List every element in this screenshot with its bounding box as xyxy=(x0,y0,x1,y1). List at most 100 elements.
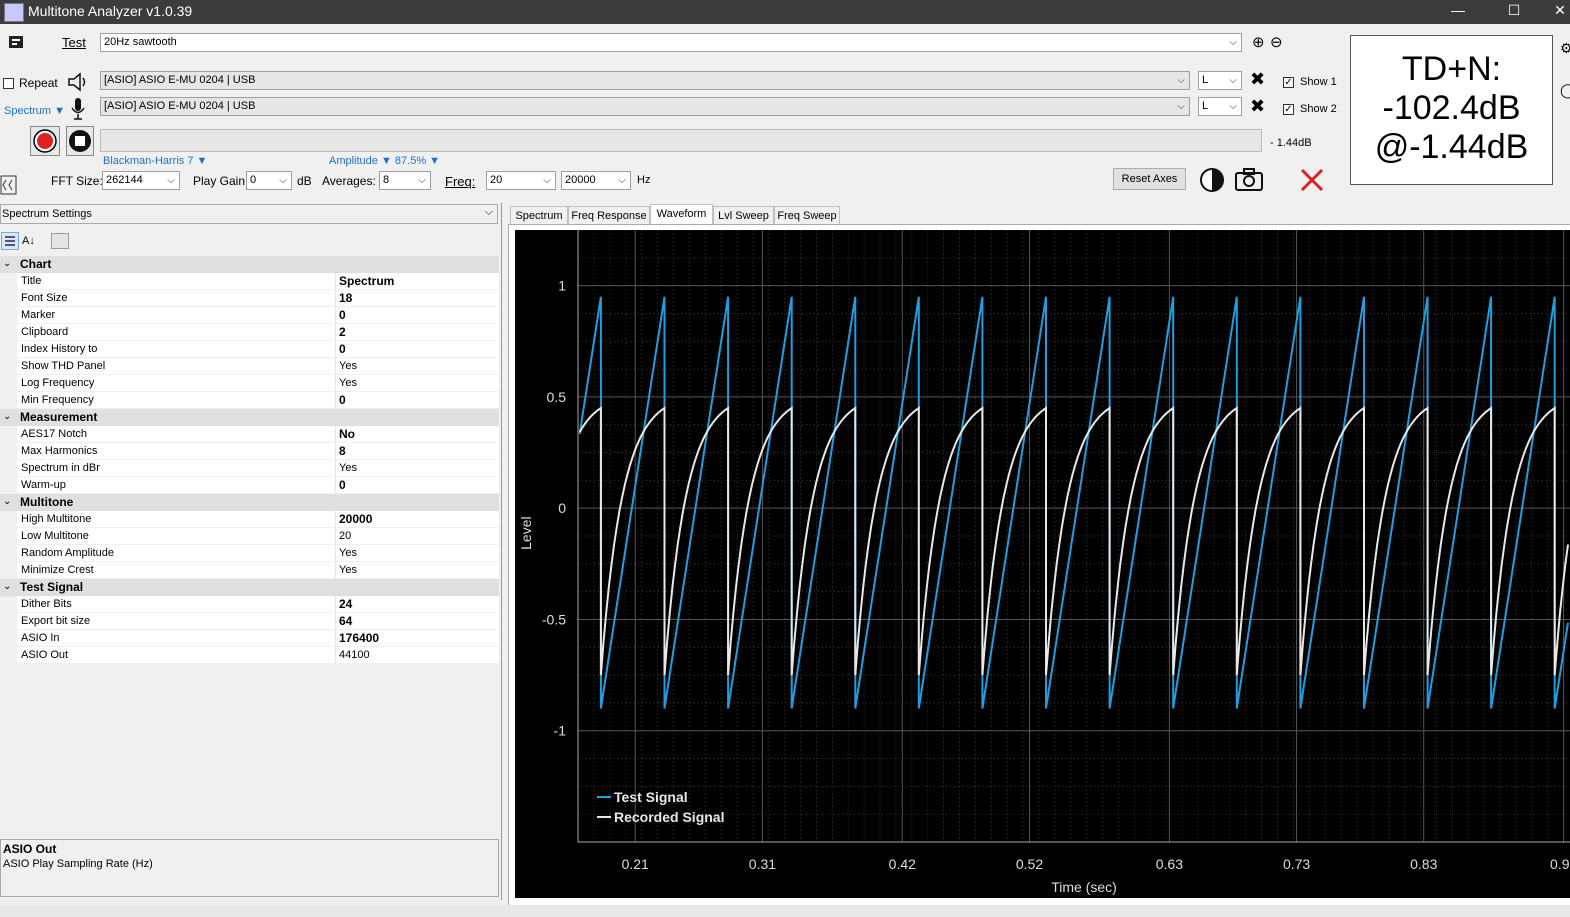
property-row[interactable]: High Multitone 20000 xyxy=(0,511,499,528)
tab-freq-sweep[interactable]: Freq Sweep xyxy=(774,206,840,224)
collapse-icon[interactable]: ⌄ xyxy=(3,494,11,510)
show1-checkbox[interactable]: ✓ xyxy=(1283,77,1294,88)
contrast-icon[interactable] xyxy=(1199,167,1225,193)
property-value[interactable]: Yes xyxy=(339,460,357,476)
collapse-icon[interactable]: ⌄ xyxy=(3,256,11,272)
property-row[interactable]: Font Size 18 xyxy=(0,290,499,307)
property-value[interactable]: 18 xyxy=(339,290,352,306)
minimize-button[interactable]: — xyxy=(1443,2,1473,22)
property-name: Max Harmonics xyxy=(21,445,98,457)
property-value[interactable]: 8 xyxy=(339,443,346,459)
output-channel-select[interactable]: L ⌵ xyxy=(1198,71,1242,90)
stop-button[interactable] xyxy=(66,126,94,156)
output-settings-icon[interactable]: ✖ xyxy=(1250,69,1265,90)
alphabetical-view-icon[interactable]: A↓ xyxy=(22,232,40,250)
categorized-view-icon[interactable] xyxy=(1,232,19,250)
property-row[interactable]: Export bit size 64 xyxy=(0,613,499,630)
input-channel-select[interactable]: L ⌵ xyxy=(1198,97,1242,116)
property-value[interactable]: 20 xyxy=(339,528,351,544)
remove-test-icon[interactable]: ⊖ xyxy=(1270,33,1283,51)
averages-select[interactable]: 8 ⌵ xyxy=(379,171,431,190)
property-value[interactable]: 176400 xyxy=(339,630,379,646)
collapse-panel-icon[interactable] xyxy=(0,174,18,196)
category-measurement[interactable]: ⌄ Measurement xyxy=(0,409,499,426)
gear-icon[interactable]: ⚙ xyxy=(1560,40,1570,57)
clear-icon[interactable] xyxy=(1298,166,1326,194)
property-row[interactable]: Warm-up 0 xyxy=(0,477,499,494)
property-value[interactable]: 0 xyxy=(339,307,346,323)
help-icon[interactable]: ◯ xyxy=(1560,82,1570,99)
property-row[interactable]: ASIO In 176400 xyxy=(0,630,499,647)
test-select[interactable]: 20Hz sawtooth ⌵ xyxy=(100,33,1242,52)
property-row[interactable]: Index History to 0 xyxy=(0,341,499,358)
property-row[interactable]: Spectrum in dBr Yes xyxy=(0,460,499,477)
property-row[interactable]: Log Frequency Yes xyxy=(0,375,499,392)
property-value[interactable]: 44100 xyxy=(339,647,370,663)
property-row[interactable]: AES17 Notch No xyxy=(0,426,499,443)
property-row[interactable]: ASIO Out 44100 xyxy=(0,647,499,664)
x-tick-label: 0.73 xyxy=(1283,856,1310,872)
category-multitone[interactable]: ⌄ Multitone xyxy=(0,494,499,511)
property-value[interactable]: 0 xyxy=(339,477,346,493)
freq-to-select[interactable]: 20000 ⌵ xyxy=(561,171,631,190)
property-value[interactable]: 2 xyxy=(339,324,346,340)
property-value[interactable]: 20000 xyxy=(339,511,372,527)
property-value[interactable]: Yes xyxy=(339,545,357,561)
property-value[interactable]: 64 xyxy=(339,613,352,629)
property-row[interactable]: Low Multitone 20 xyxy=(0,528,499,545)
play-gain-select[interactable]: 0 ⌵ xyxy=(246,171,292,190)
row-gutter xyxy=(0,358,17,374)
property-pages-icon[interactable] xyxy=(51,233,69,249)
property-value[interactable]: Yes xyxy=(339,375,357,391)
property-row[interactable]: Title Spectrum xyxy=(0,273,499,290)
input-settings-icon[interactable]: ✖ xyxy=(1250,96,1265,117)
test-select-value: 20Hz sawtooth xyxy=(104,36,177,48)
load-test-icon[interactable] xyxy=(7,33,25,51)
collapse-icon[interactable]: ⌄ xyxy=(3,579,11,595)
property-row[interactable]: Random Amplitude Yes xyxy=(0,545,499,562)
property-row[interactable]: Minimize Crest Yes xyxy=(0,562,499,579)
window-function-dropdown[interactable]: Blackman-Harris 7 ▼ xyxy=(103,155,207,167)
property-value[interactable]: 24 xyxy=(339,596,352,612)
level-meter xyxy=(100,129,1262,152)
window-title: Multitone Analyzer v1.0.39 xyxy=(28,3,193,19)
property-row[interactable]: Max Harmonics 8 xyxy=(0,443,499,460)
property-value[interactable]: Yes xyxy=(339,358,357,374)
property-row[interactable]: Dither Bits 24 xyxy=(0,596,499,613)
tab-spectrum[interactable]: Spectrum xyxy=(510,206,568,224)
property-value[interactable]: No xyxy=(339,426,355,442)
fft-size-select[interactable]: 262144 ⌵ xyxy=(102,171,180,190)
property-value[interactable]: Yes xyxy=(339,562,357,578)
camera-icon[interactable] xyxy=(1234,167,1264,193)
show2-checkbox[interactable]: ✓ xyxy=(1283,104,1294,115)
spectrum-dropdown[interactable]: Spectrum ▼ xyxy=(4,105,65,117)
tab-freq-response[interactable]: Freq Response xyxy=(568,206,650,224)
property-value[interactable]: Spectrum xyxy=(339,273,394,289)
add-test-icon[interactable]: ⊕ xyxy=(1252,33,1265,51)
collapse-icon[interactable]: ⌄ xyxy=(3,409,11,425)
settings-header-select[interactable]: Spectrum Settings ⌵ xyxy=(0,204,498,224)
property-value[interactable]: 0 xyxy=(339,392,346,408)
repeat-checkbox[interactable] xyxy=(3,78,14,89)
category-test-signal[interactable]: ⌄ Test Signal xyxy=(0,579,499,596)
reset-axes-button[interactable]: Reset Axes xyxy=(1113,168,1186,190)
freq-from-select[interactable]: 20 ⌵ xyxy=(486,171,556,190)
chevron-down-icon: ⌵ xyxy=(1229,75,1237,86)
property-row[interactable]: Show THD Panel Yes xyxy=(0,358,499,375)
property-row[interactable]: Min Frequency 0 xyxy=(0,392,499,409)
output-device-select[interactable]: [ASIO] ASIO E-MU 0204 | USB ⌵ xyxy=(100,71,1190,90)
amplitude-dropdown[interactable]: Amplitude ▼ 87.5% ▼ xyxy=(329,155,440,167)
waveform-chart[interactable]: 0.21 0.31 0.42 0.52 0.63 0.73 0.83 0.94 1 0.5 0 -0.… xyxy=(515,230,1570,898)
property-row[interactable]: Marker 0 xyxy=(0,307,499,324)
averages-value: 8 xyxy=(383,174,390,186)
property-value[interactable]: 0 xyxy=(339,341,346,357)
category-chart[interactable]: ⌄ Chart xyxy=(0,256,499,273)
maximize-button[interactable]: ☐ xyxy=(1499,2,1529,22)
tab-waveform[interactable]: Waveform xyxy=(650,204,713,225)
record-button[interactable] xyxy=(30,126,60,156)
close-window-button[interactable]: ✕ xyxy=(1545,2,1570,22)
row-gutter xyxy=(0,613,17,629)
input-device-select[interactable]: [ASIO] ASIO E-MU 0204 | USB ⌵ xyxy=(100,97,1190,116)
property-row[interactable]: Clipboard 2 xyxy=(0,324,499,341)
tab-lvl-sweep[interactable]: Lvl Sweep xyxy=(713,206,774,224)
